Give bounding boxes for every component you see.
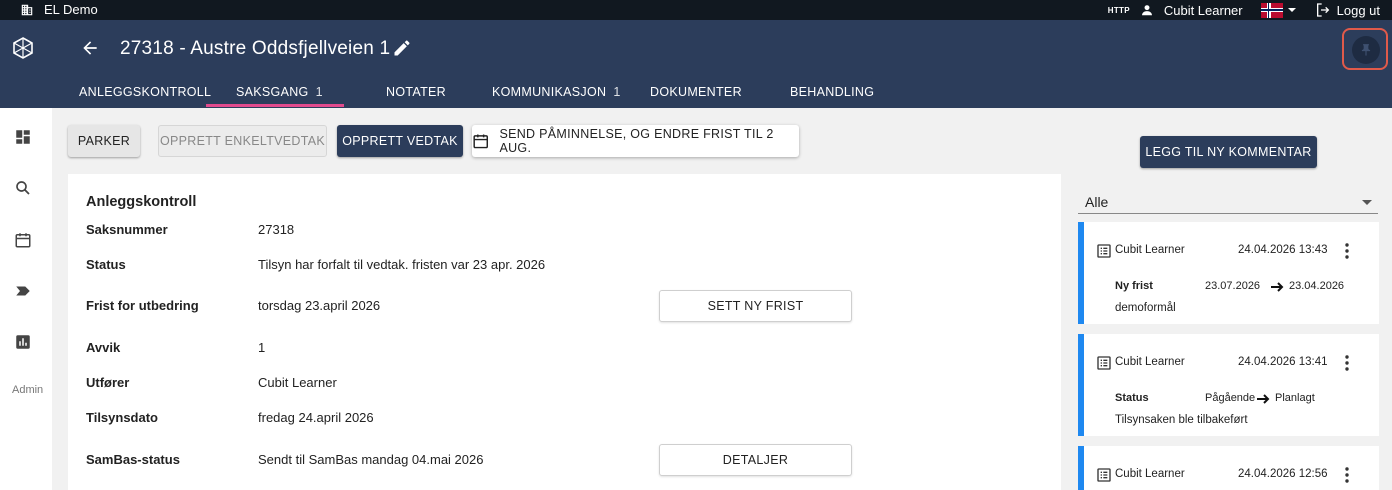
comment-text: demoformål [1115,302,1176,314]
case-tabs: ANLEGGSKONTROLL SAKSGANG 1 NOTATER KOMMUN… [0,80,900,108]
field-value: Cubit Learner [258,375,337,390]
park-button[interactable]: PARKER [68,125,140,157]
building-icon [21,4,33,15]
change-to-value: Planlagt [1275,392,1315,404]
field-label: Utfører [86,375,130,390]
field-value: Sendt til SamBas mandag 04.mai 2026 [258,452,484,467]
pin-highlight-frame [1342,28,1388,70]
tab-kommunikasjon[interactable]: KOMMUNIKASJON 1 [492,85,621,99]
send-reminder-button[interactable]: SEND PÅMINNELSE, OG ENDRE FRIST TIL 2 AU… [472,125,799,157]
logout-button[interactable]: Logg ut [1315,2,1380,18]
label-tag-icon[interactable] [14,282,32,300]
field-value: Tilsyn har forfalt til vedtak. fristen v… [258,257,546,272]
tab-behandling[interactable]: BEHANDLING [790,85,874,99]
more-vert-icon[interactable] [1339,242,1355,260]
tab-anleggskontroll[interactable]: ANLEGGSKONTROLL [79,85,211,99]
calendar-icon[interactable] [14,231,32,249]
tab-notater[interactable]: NOTATER [386,85,446,99]
page-title: 27318 - Austre Oddsfjellveien 1 [120,38,391,59]
system-bar: EL Demo HTTP Cubit Learner Logg ut [0,0,1392,20]
set-new-deadline-button[interactable]: SETT NY FRIST [659,290,852,322]
list-document-icon [1097,468,1111,482]
tab-saksgang[interactable]: SAKSGANG 1 [236,85,323,99]
details-button[interactable]: DETALJER [659,444,852,476]
field-value: torsdag 23.april 2026 [258,298,381,313]
arrow-right-icon [1271,282,1284,292]
comment-time: 24.04.2026 13:41 [1238,356,1328,368]
change-to-value: 23.04.2026 [1289,280,1345,292]
more-vert-icon[interactable] [1339,466,1355,484]
comment-card: Cubit Learner 24.04.2026 13:43 Ny frist … [1078,222,1379,324]
field-label: Tilsynsdato [86,410,159,425]
list-document-icon [1097,244,1111,258]
left-nav-rail: Admin [0,108,52,490]
field-label: SamBas-status [86,452,180,467]
change-from-value: Pågående [1205,392,1256,404]
tab-dokumenter[interactable]: DOKUMENTER [650,85,742,99]
pin-button[interactable] [1352,36,1380,64]
inspection-details-card: Anleggskontroll Saksnummer 27318 Status … [68,174,1061,490]
comment-author: Cubit Learner [1115,244,1185,256]
case-header: 27318 - Austre Oddsfjellveien 1 ANLEGGSK… [0,20,1392,108]
comment-card: Cubit Learner 24.04.2026 12:56 [1078,446,1379,490]
dashboard-icon[interactable] [14,128,32,146]
field-value: fredag 24.april 2026 [258,410,374,425]
arrow-right-icon [1257,394,1270,404]
logout-label: Logg ut [1336,2,1380,18]
language-selector[interactable] [1260,2,1297,18]
list-document-icon [1097,356,1111,370]
logout-icon [1316,3,1329,17]
comment-author: Cubit Learner [1115,468,1185,480]
change-from-value: 23.07.2026 [1205,280,1261,292]
pin-icon [1361,44,1371,56]
app-switcher[interactable]: EL Demo [20,2,98,17]
field-value: 27318 [258,222,295,237]
create-decision-button[interactable]: OPPRETT VEDTAK [337,125,463,157]
search-icon[interactable] [14,179,32,197]
active-tab-indicator [206,104,344,107]
comment-filter-select[interactable]: Alle [1078,192,1378,214]
field-value: 1 [258,340,266,355]
comment-time: 24.04.2026 13:43 [1238,244,1328,256]
edit-pencil-icon[interactable] [392,38,412,58]
filter-value: Alle [1085,194,1109,210]
calendar-icon [473,134,488,149]
tab-count-badge: 1 [315,85,323,99]
comment-card: Cubit Learner 24.04.2026 13:41 Status På… [1078,334,1379,436]
back-arrow-icon[interactable] [80,38,100,58]
tab-count-badge: 1 [613,85,621,99]
card-title: Anleggskontroll [86,194,197,210]
app-name: EL Demo [44,2,98,17]
field-label: Status [86,257,126,272]
comment-text: Tilsynsaken ble tilbakeført [1115,414,1248,426]
comment-time: 24.04.2026 12:56 [1238,468,1328,480]
user-icon [1141,5,1152,16]
field-label: Avvik [86,340,121,355]
http-badge: HTTP [1107,5,1130,15]
user-name[interactable]: Cubit Learner [1164,3,1243,18]
brand-logo-icon[interactable] [11,36,35,60]
add-comment-button[interactable]: LEGG TIL NY KOMMENTAR [1140,136,1317,168]
admin-link[interactable]: Admin [12,384,43,396]
norway-flag-icon [1260,2,1283,18]
change-field-label: Status [1115,392,1149,404]
field-label: Saksnummer [86,222,168,237]
create-single-decision-button[interactable]: OPPRETT ENKELTVEDTAK [158,125,327,157]
change-field-label: Ny frist [1115,280,1153,292]
caret-down-icon [1287,8,1296,12]
comment-author: Cubit Learner [1115,356,1185,368]
send-reminder-label: SEND PÅMINNELSE, OG ENDRE FRIST TIL 2 AU… [499,127,774,155]
bar-chart-icon[interactable] [14,333,32,351]
field-label: Frist for utbedring [86,298,199,313]
caret-down-icon [1362,200,1372,205]
more-vert-icon[interactable] [1339,354,1355,372]
